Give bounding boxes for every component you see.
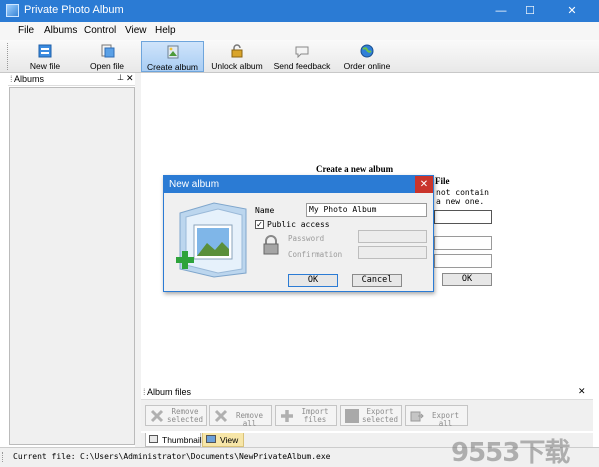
album-files-header: ⁞ Album files ✕ [141, 386, 593, 399]
public-access-label: Public access [267, 220, 330, 229]
remove-all-icon [214, 409, 228, 423]
pin-icon[interactable]: ⊥ [117, 73, 124, 82]
padlock-icon [231, 44, 243, 58]
plus-icon [281, 410, 293, 422]
form-line-new-one: a new one. [436, 197, 485, 206]
album-folder-icon [176, 202, 247, 278]
export-all-label: Export all [431, 411, 460, 428]
open-file-label: Open file [89, 61, 125, 71]
tab-thumbnails-label: Thumbnails [162, 435, 206, 445]
view-icon [206, 435, 216, 443]
toolbar-grip [7, 43, 9, 70]
globe-icon [360, 44, 374, 58]
new-file-icon [38, 44, 52, 58]
album-files-title: Album files [147, 387, 192, 397]
new-file-button[interactable]: New file [14, 41, 76, 72]
import-files-label: Import files [301, 407, 329, 424]
albums-panel-close-button[interactable]: ✕ [126, 73, 134, 84]
open-file-button[interactable]: Open file [76, 41, 138, 72]
create-album-heading: Create a new album [316, 164, 394, 174]
open-file-icon [101, 44, 115, 58]
export-all-button[interactable]: Export all [405, 405, 468, 428]
remove-all-button[interactable]: Remove all [209, 405, 272, 428]
lock-icon [263, 235, 279, 255]
menu-view[interactable]: View [125, 25, 147, 36]
panel-grip-icon: ⁞ [143, 387, 146, 397]
background-field-3[interactable] [434, 254, 492, 268]
remove-selected-label: Remove selected [166, 407, 204, 424]
background-field-2[interactable] [434, 236, 492, 250]
confirmation-input[interactable] [358, 246, 427, 259]
dialog-cancel-button[interactable]: Cancel [352, 274, 402, 287]
title-bar: Private Photo Album — ☐ ✕ [0, 0, 599, 22]
albums-panel-title: Albums [14, 74, 45, 84]
remove-selected-button[interactable]: Remove selected [145, 405, 207, 426]
current-file-label: Current file: [13, 452, 76, 461]
menu-albums[interactable]: Albums [44, 25, 77, 36]
album-files-close-button[interactable]: ✕ [578, 386, 586, 397]
current-file-path: C:\Users\Administrator\Documents\NewPriv… [80, 452, 331, 461]
form-line-file: File [435, 176, 450, 186]
send-feedback-button[interactable]: Send feedback [271, 41, 333, 72]
dialog-ok-button[interactable]: OK [288, 274, 338, 287]
form-line-not-contain: not contain [436, 188, 489, 197]
background-ok-button[interactable]: OK [442, 273, 492, 286]
albums-list[interactable] [9, 87, 135, 445]
export-icon [345, 409, 359, 423]
password-label: Password [288, 234, 325, 243]
menu-file[interactable]: File [18, 25, 34, 36]
tab-thumbnails[interactable]: Thumbnails [145, 433, 206, 447]
albums-panel-header: ⁞ Albums ⊥ ✕ [8, 73, 135, 86]
public-access-checkbox[interactable]: ✓ [255, 220, 264, 229]
export-selected-label: Export selected [361, 407, 399, 424]
remove-icon [150, 409, 164, 423]
create-album-label: Create album [146, 62, 199, 72]
tab-view-label: View [220, 435, 239, 445]
remove-all-label: Remove all [235, 411, 264, 428]
status-grip [2, 452, 8, 462]
menu-bar: File Albums Control View Help [0, 22, 599, 40]
confirmation-label: Confirmation [288, 250, 343, 259]
export-all-icon [410, 411, 424, 422]
create-album-icon [167, 45, 178, 59]
app-icon [6, 4, 19, 17]
unlock-album-button[interactable]: Unlock album [207, 41, 267, 72]
send-feedback-label: Send feedback [273, 61, 331, 71]
password-input[interactable] [358, 230, 427, 243]
order-online-button[interactable]: Order online [337, 41, 397, 72]
tab-view[interactable]: View [202, 433, 244, 447]
window-title: Private Photo Album [24, 4, 124, 16]
order-online-label: Order online [343, 61, 391, 71]
toolbar: New file Open file Create album Unlock a… [0, 40, 599, 73]
export-selected-button[interactable]: Export selected [340, 405, 402, 426]
left-strip [0, 73, 8, 447]
maximize-button[interactable]: ☐ [516, 0, 544, 22]
import-files-button[interactable]: Import files [275, 405, 337, 426]
menu-control[interactable]: Control [84, 25, 116, 36]
panel-grip-icon: ⁞ [10, 74, 13, 84]
close-window-button[interactable]: ✕ [545, 0, 599, 22]
unlock-album-label: Unlock album [211, 61, 263, 71]
thumbnails-icon [149, 435, 158, 443]
album-files-toolbar: Remove selected Remove all Import files … [141, 399, 593, 431]
dialog-title: New album [169, 179, 220, 190]
watermark: 9553下载 [451, 438, 570, 467]
name-label: Name [255, 206, 275, 215]
album-name-input[interactable]: My Photo Album [306, 203, 427, 217]
feedback-icon [295, 46, 309, 58]
dialog-close-button[interactable]: ✕ [415, 176, 433, 193]
minimize-button[interactable]: — [487, 0, 515, 22]
create-album-button[interactable]: Create album [141, 41, 204, 72]
dialog-title-bar: New album ✕ [164, 176, 433, 193]
new-file-label: New file [29, 61, 61, 71]
new-album-dialog: New album ✕ Name My Photo Album ✓ Public… [163, 175, 434, 292]
background-field-1[interactable] [434, 210, 492, 224]
menu-help[interactable]: Help [155, 25, 176, 36]
